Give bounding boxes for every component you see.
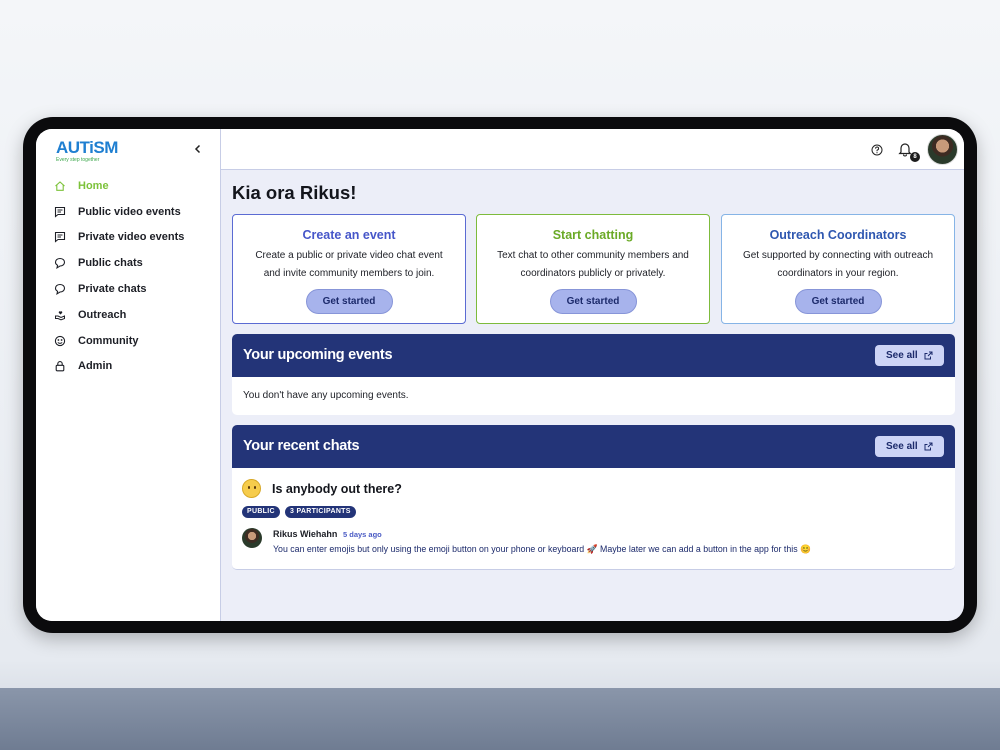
panel-header: Your recent chats See all xyxy=(232,425,955,468)
collapse-sidebar-button[interactable] xyxy=(190,141,206,157)
chats-see-all-button[interactable]: See all xyxy=(875,436,944,457)
empty-state-text: You don't have any upcoming events. xyxy=(243,390,409,401)
device-frame: AUTiSM Every step together Home Public v… xyxy=(23,117,977,633)
logo-tagline: Every step together xyxy=(56,157,100,163)
sidebar-item-private-chats[interactable]: Private chats xyxy=(54,276,214,302)
sidebar-item-label: Outreach xyxy=(78,308,127,321)
user-avatar[interactable] xyxy=(927,134,958,165)
message-square-icon xyxy=(54,231,78,244)
main-content: Kia ora Rikus! Create an event Create a … xyxy=(221,170,964,621)
lock-icon xyxy=(54,360,78,372)
card-title: Outreach Coordinators xyxy=(769,228,907,242)
sidebar-item-label: Private video events xyxy=(78,231,185,244)
chat-emoji-icon xyxy=(242,479,261,498)
card-description-line: and invite community members to join. xyxy=(263,268,435,279)
card-description-line: Get supported by connecting with outreac… xyxy=(742,250,934,261)
sidebar-item-home[interactable]: Home xyxy=(54,173,214,199)
sidebar-item-community[interactable]: Community xyxy=(54,328,214,354)
chevron-left-icon xyxy=(194,144,201,154)
card-description: Text chat to other community members and… xyxy=(477,247,709,283)
panel-header: Your upcoming events See all xyxy=(232,334,955,377)
create-event-card: Create an event Create a public or priva… xyxy=(232,214,466,324)
card-description-line: Text chat to other community members and xyxy=(497,250,689,261)
see-all-label: See all xyxy=(886,441,918,452)
sidebar-nav: Home Public video events Private video e… xyxy=(54,173,214,379)
page-title: Kia ora Rikus! xyxy=(232,182,357,203)
chat-bubble-icon xyxy=(54,283,78,296)
card-description-line: coordinators in your region. xyxy=(777,268,899,279)
start-chatting-get-started-button[interactable]: Get started xyxy=(549,289,637,314)
app-logo[interactable]: AUTiSM Every step together xyxy=(56,139,118,163)
external-link-icon xyxy=(924,442,933,451)
chat-bubble-icon xyxy=(54,257,78,270)
card-description-line: Create a public or private video chat ev… xyxy=(255,250,443,261)
notification-count-badge: 8 xyxy=(910,152,920,162)
sidebar-item-label: Private chats xyxy=(78,283,147,296)
card-title: Create an event xyxy=(302,228,396,242)
sidebar: AUTiSM Every step together Home Public v… xyxy=(36,129,221,621)
chat-title-link[interactable]: Is anybody out there? xyxy=(272,482,402,496)
create-event-get-started-button[interactable]: Get started xyxy=(305,289,393,314)
app-screen: AUTiSM Every step together Home Public v… xyxy=(36,129,964,621)
background-band xyxy=(0,688,1000,750)
card-description-line: coordinators publicly or privately. xyxy=(520,268,666,279)
sidebar-item-label: Admin xyxy=(78,360,113,373)
message-timestamp: 5 days ago xyxy=(343,530,382,539)
avatar xyxy=(242,528,262,548)
sidebar-item-private-video-events[interactable]: Private video events xyxy=(54,225,214,251)
start-chatting-card: Start chatting Text chat to other commun… xyxy=(476,214,710,324)
sidebar-item-label: Community xyxy=(78,334,139,347)
panel-title: Your recent chats xyxy=(243,438,360,454)
card-title: Start chatting xyxy=(552,228,634,242)
visibility-badge: PUBLIC xyxy=(242,506,280,518)
home-icon xyxy=(54,180,78,192)
external-link-icon xyxy=(924,351,933,360)
upcoming-events-panel: Your upcoming events See all You don't h… xyxy=(232,334,955,415)
sidebar-item-label: Public video events xyxy=(78,205,181,218)
sidebar-item-outreach[interactable]: Outreach xyxy=(54,302,214,328)
sidebar-item-label: Public chats xyxy=(78,257,143,270)
see-all-label: See all xyxy=(886,350,918,361)
message-square-icon xyxy=(54,206,78,218)
outreach-coordinators-card: Outreach Coordinators Get supported by c… xyxy=(721,214,955,324)
outreach-get-started-button[interactable]: Get started xyxy=(794,289,882,314)
sidebar-item-public-chats[interactable]: Public chats xyxy=(54,250,214,276)
participants-badge: 3 PARTICIPANTS xyxy=(285,506,356,518)
card-description: Create a public or private video chat ev… xyxy=(233,247,465,283)
upcoming-see-all-button[interactable]: See all xyxy=(875,345,944,366)
logo-text: AUTiSM xyxy=(56,138,118,157)
sidebar-item-public-video-events[interactable]: Public video events xyxy=(54,199,214,225)
panel-title: Your upcoming events xyxy=(243,347,393,363)
message-author: Rikus Wiehahn xyxy=(273,529,338,539)
help-icon[interactable] xyxy=(871,143,883,156)
card-description: Get supported by connecting with outreac… xyxy=(722,247,954,283)
topbar: 8 xyxy=(221,129,964,170)
community-icon xyxy=(54,335,78,347)
message-preview[interactable]: You can enter emojis but only using the … xyxy=(273,544,811,555)
sidebar-item-label: Home xyxy=(78,179,109,192)
sidebar-item-admin[interactable]: Admin xyxy=(54,354,214,380)
hand-heart-icon xyxy=(54,309,78,321)
recent-chats-panel: Your recent chats See all Is anybody out… xyxy=(232,425,955,570)
